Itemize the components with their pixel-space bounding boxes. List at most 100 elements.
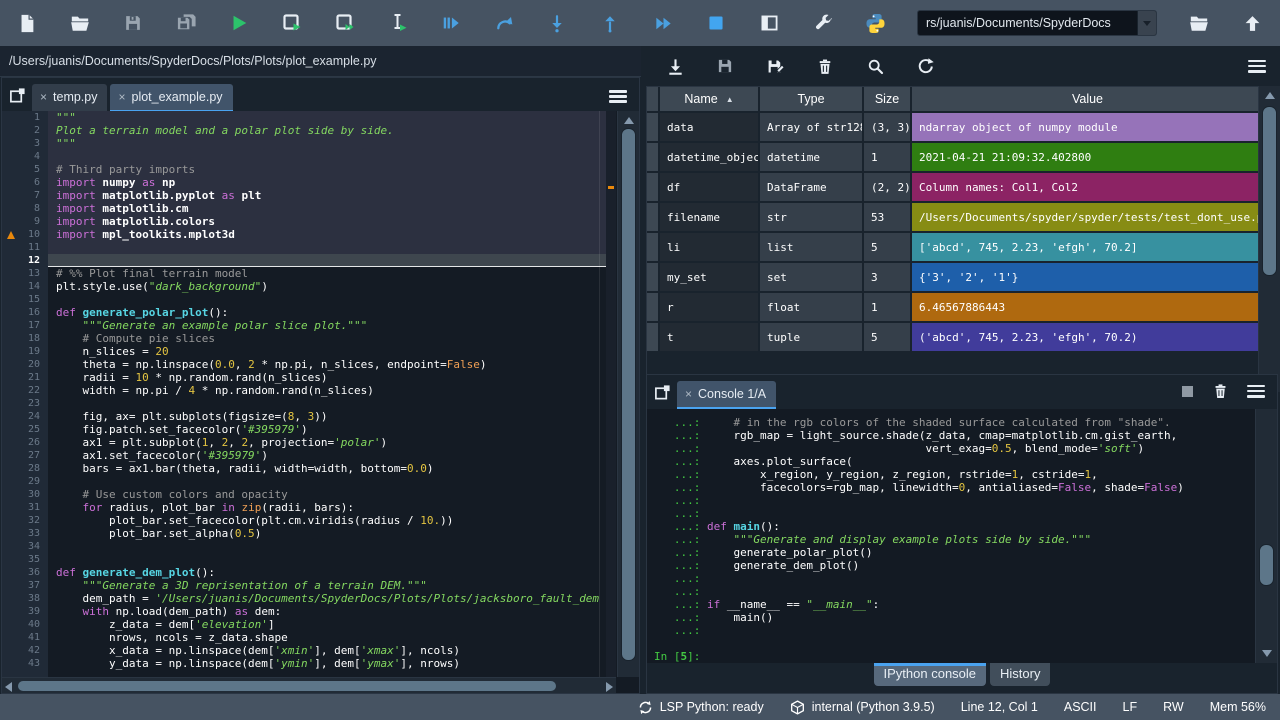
code-line[interactable]: plot_bar.set_alpha(0.5) [48,527,606,540]
variable-type[interactable]: datetime [760,143,864,173]
code-line[interactable]: radii = 10 * np.random.rand(n_slices) [48,371,606,384]
code-line[interactable] [48,475,606,488]
console-trash-icon[interactable] [1211,382,1229,400]
browse-directory-icon[interactable] [1188,12,1210,34]
line-number[interactable]: 41 [2,631,48,644]
code-line[interactable]: """Generate a 3D reprisentation of a ter… [48,579,606,592]
line-number[interactable]: 19 [2,345,48,358]
code-line[interactable]: import matplotlib.cm [48,202,606,215]
editor-tab-temp[interactable]: × temp.py [32,84,107,111]
variable-explorer-options-menu-icon[interactable] [1248,60,1266,73]
line-number[interactable]: 2 [2,124,48,137]
line-number[interactable]: 24 [2,410,48,423]
line-number[interactable]: 17 [2,319,48,332]
console-input-prompt[interactable]: In [5]: [647,650,1277,663]
variable-type[interactable]: Array of str128 [760,113,864,143]
run-cell-icon[interactable] [281,12,303,34]
line-number[interactable]: 15 [2,293,48,306]
editor-horizontal-scrollbar[interactable] [2,677,616,693]
editor-options-menu-icon[interactable] [609,90,627,103]
column-header-value[interactable]: Value [912,87,1263,113]
line-number[interactable]: 28 [2,462,48,475]
console-scrollbar[interactable] [1255,409,1277,663]
column-header-size[interactable]: Size [864,87,912,113]
run-cell-advance-icon[interactable] [334,12,356,34]
console-switcher-icon[interactable] [647,378,677,406]
code-line[interactable]: fig, ax= plt.subplots(figsize=(8, 3)) [48,410,606,423]
line-number[interactable]: 43 [2,657,48,670]
preferences-wrench-icon[interactable] [811,12,833,34]
variable-size[interactable]: 3 [864,263,912,293]
variable-size[interactable]: 1 [864,293,912,323]
variable-row[interactable]: filenamestr53/Users/Documents/spyder/spy… [647,203,1263,233]
variable-type[interactable]: DataFrame [760,173,864,203]
code-line[interactable]: ax1 = plt.subplot(1, 2, 2, projection='p… [48,436,606,449]
variable-size[interactable]: (2, 2) [864,173,912,203]
working-directory-combobox[interactable]: rs/juanis/Documents/SpyderDocs [917,10,1157,36]
code-editor[interactable]: 1234567891011121314151617181920212223242… [2,111,639,693]
line-number[interactable]: 34 [2,540,48,553]
code-line[interactable]: z_data = dem['elevation'] [48,618,606,631]
variable-row[interactable]: dfDataFrame(2, 2)Column names: Col1, Col… [647,173,1263,203]
combobox-dropdown-arrow[interactable] [1137,11,1156,35]
console-options-menu-icon[interactable] [1247,385,1265,398]
variable-type[interactable]: set [760,263,864,293]
line-number[interactable]: 9 [2,215,48,228]
debug-file-icon[interactable] [440,12,462,34]
line-number[interactable]: 35 [2,553,48,566]
variable-name[interactable]: data [660,113,760,143]
code-line[interactable] [48,293,606,306]
line-number[interactable]: 14 [2,280,48,293]
editor-tab-plot-example[interactable]: × plot_example.py [110,84,232,111]
variable-value[interactable]: 6.46567886443 [912,293,1263,323]
code-line[interactable]: import mpl_toolkits.mplot3d [48,228,606,241]
code-line[interactable]: for radius, plot_bar in zip(radii, bars)… [48,501,606,514]
save-data-as-icon[interactable] [764,55,786,77]
variable-value[interactable]: ('abcd', 745, 2.23, 'efgh', 70.2) [912,323,1263,353]
variable-name[interactable]: filename [660,203,760,233]
code-line[interactable]: n_slices = 20 [48,345,606,358]
run-file-icon[interactable] [228,12,250,34]
line-number[interactable]: 13 [2,267,48,280]
variable-value[interactable]: 2021-04-21 21:09:32.402800 [912,143,1263,173]
run-selection-icon[interactable] [387,12,409,34]
line-number[interactable]: 37 [2,579,48,592]
line-number[interactable]: 36 [2,566,48,579]
close-tab-icon[interactable]: × [118,91,125,103]
code-line[interactable]: dem_path = '/Users/juanis/Documents/Spyd… [48,592,606,605]
line-number[interactable]: 22 [2,384,48,397]
variable-explorer-scrollbar[interactable] [1258,86,1280,392]
line-number[interactable]: 23 [2,397,48,410]
line-number[interactable]: 29 [2,475,48,488]
continue-execution-icon[interactable] [652,12,674,34]
editor-code-area[interactable]: """Plot a terrain model and a polar plot… [48,111,606,677]
step-over-icon[interactable] [493,12,515,34]
maximize-pane-icon[interactable] [758,12,780,34]
code-line[interactable]: y_data = np.linspace(dem['ymin'], dem['y… [48,657,606,670]
line-number[interactable]: 32 [2,514,48,527]
code-line[interactable]: x_data = np.linspace(dem['xmin'], dem['x… [48,644,606,657]
variable-value[interactable]: ['abcd', 745, 2.23, 'efgh', 70.2] [912,233,1263,263]
code-line[interactable]: def generate_polar_plot(): [48,306,606,319]
line-number[interactable]: 3 [2,137,48,150]
variable-size[interactable]: 53 [864,203,912,233]
line-number[interactable]: 6 [2,176,48,189]
line-number[interactable]: 8 [2,202,48,215]
close-tab-icon[interactable]: × [40,91,47,103]
line-number[interactable]: 38 [2,592,48,605]
save-all-icon[interactable] [175,12,197,34]
parent-directory-icon[interactable] [1241,12,1263,34]
file-switcher-icon[interactable] [2,81,32,109]
variable-type[interactable]: float [760,293,864,323]
code-line[interactable]: # Compute pie slices [48,332,606,345]
line-number[interactable]: 42 [2,644,48,657]
variable-value[interactable]: ndarray object of numpy module [912,113,1263,143]
code-line[interactable] [48,540,606,553]
code-line[interactable]: theta = np.linspace(0.0, 2 * np.pi, n_sl… [48,358,606,371]
variable-name[interactable]: df [660,173,760,203]
line-number[interactable]: 16 [2,306,48,319]
line-number[interactable]: 21 [2,371,48,384]
close-console-icon[interactable]: × [685,388,692,400]
code-line[interactable]: plt.style.use("dark_background") [48,280,606,293]
line-number[interactable]: 11 [2,241,48,254]
